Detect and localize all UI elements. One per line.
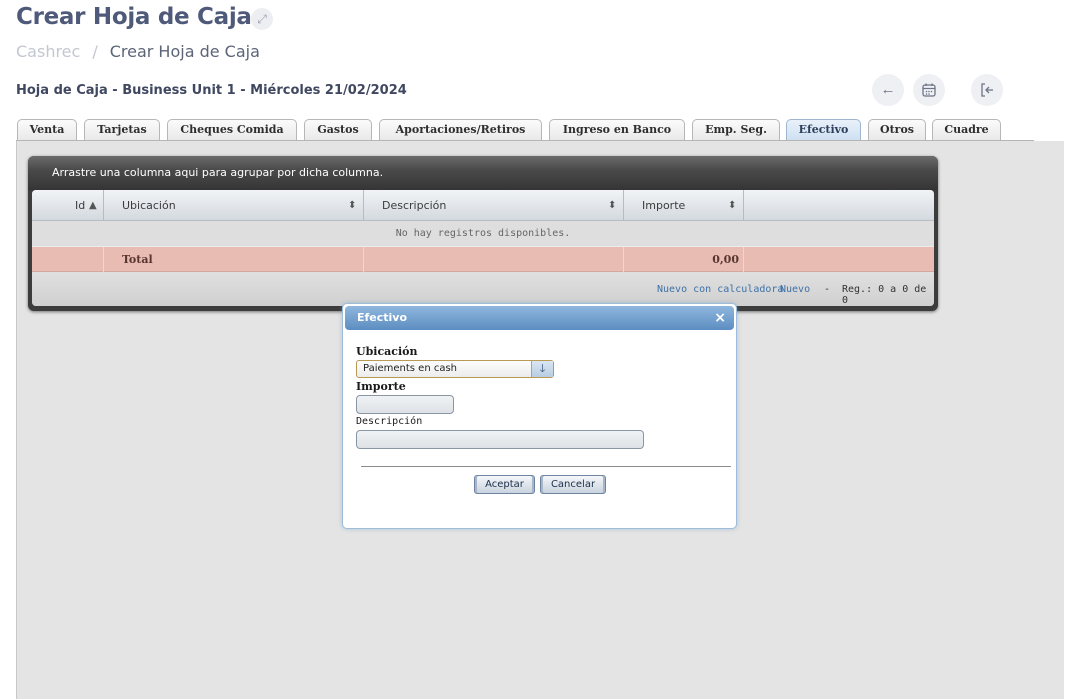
tab-emp-seg[interactable]: Emp. Seg.	[692, 119, 780, 140]
column-header-id[interactable]: Id ▲	[32, 190, 104, 221]
ubicacion-select-value: Paiements en cash	[363, 363, 458, 374]
close-icon[interactable]: ×	[714, 306, 726, 330]
tab-gastos[interactable]: Gastos	[304, 119, 372, 140]
total-label-cell: Total	[104, 247, 364, 272]
arrow-left-icon: ←	[880, 81, 896, 98]
total-value: 0,00	[712, 253, 739, 266]
column-descripcion-label: Descripción	[382, 199, 447, 212]
tab-tarjetas[interactable]: Tarjetas	[84, 119, 160, 140]
page-title: Crear Hoja de Caja	[16, 4, 252, 30]
total-cell-empty	[364, 247, 624, 272]
ubicacion-select[interactable]: Paiements en cash 🡓	[356, 360, 554, 378]
descripcion-label: Descripción	[356, 416, 423, 427]
tab-aportaciones-retiros[interactable]: Aportaciones/Retiros	[379, 119, 542, 140]
record-count: Reg.: 0 a 0 de 0	[842, 284, 927, 306]
pager-dash: -	[824, 284, 831, 295]
importe-field[interactable]	[356, 395, 454, 414]
calendar-icon	[922, 83, 936, 97]
column-id-label: Id	[75, 199, 86, 212]
tab-cheques-comida[interactable]: Cheques Comida	[167, 119, 297, 140]
column-header-ubicacion[interactable]: Ubicación ⬍	[104, 190, 364, 221]
cash-grid: Arrastre una columna aqui para agrupar p…	[28, 156, 938, 311]
group-by-panel[interactable]: Arrastre una columna aqui para agrupar p…	[28, 156, 938, 190]
column-header-importe[interactable]: Importe ⬍	[624, 190, 744, 221]
accept-button[interactable]: Aceptar	[474, 475, 535, 494]
tab-cuadre[interactable]: Cuadre	[932, 119, 1001, 140]
tab-efectivo[interactable]: Efectivo	[786, 119, 861, 140]
breadcrumb-separator: /	[92, 42, 98, 61]
column-importe-label: Importe	[642, 199, 686, 212]
breadcrumb-current: Crear Hoja de Caja	[109, 42, 260, 61]
sort-icon: ⬍	[348, 200, 357, 211]
tab-otros[interactable]: Otros	[868, 119, 926, 140]
calendar-button[interactable]	[913, 74, 945, 106]
expand-icon[interactable]: ⤢	[251, 8, 273, 30]
breadcrumb-root[interactable]: Cashrec	[16, 42, 80, 61]
efectivo-dialog: Efectivo × Ubicación Paiements en cash 🡓…	[342, 303, 737, 529]
descripcion-field[interactable]	[356, 430, 644, 449]
ubicacion-label: Ubicación	[356, 345, 418, 358]
dialog-titlebar[interactable]: Efectivo ×	[345, 306, 734, 330]
total-label: Total	[122, 253, 153, 266]
sort-icon: ⬍	[728, 200, 737, 211]
grid-body: Id ▲ Ubicación ⬍ Descripción ⬍ Importe ⬍…	[32, 190, 934, 306]
sort-asc-icon: ▲	[89, 200, 97, 211]
grid-pager: Nuevo con calculadora Nuevo - Reg.: 0 a …	[32, 272, 934, 306]
chevron-down-icon[interactable]: 🡓	[531, 361, 553, 377]
exit-button[interactable]	[971, 74, 1003, 106]
total-cell-empty	[32, 247, 104, 272]
cancel-button[interactable]: Cancelar	[540, 475, 606, 494]
back-button[interactable]: ←	[872, 74, 904, 106]
new-link[interactable]: Nuevo	[780, 284, 810, 295]
breadcrumb: Cashrec / Crear Hoja de Caja	[16, 42, 260, 61]
no-records-row: No hay registros disponibles.	[32, 221, 934, 247]
dialog-title: Efectivo	[357, 311, 408, 324]
tab-venta[interactable]: Venta	[17, 119, 77, 140]
dialog-divider	[361, 466, 731, 467]
grid-header: Id ▲ Ubicación ⬍ Descripción ⬍ Importe ⬍	[32, 190, 934, 221]
new-with-calculator-link[interactable]: Nuevo con calculadora	[657, 284, 783, 295]
importe-label: Importe	[356, 380, 406, 393]
cash-sheet-subtitle: Hoja de Caja - Business Unit 1 - Miércol…	[16, 83, 407, 98]
total-value-cell: 0,00	[624, 247, 744, 272]
tab-ingreso-banco[interactable]: Ingreso en Banco	[549, 119, 685, 140]
total-row: Total 0,00	[32, 247, 934, 272]
exit-icon	[981, 83, 993, 97]
sort-icon: ⬍	[608, 200, 617, 211]
column-ubicacion-label: Ubicación	[122, 199, 176, 212]
column-header-descripcion[interactable]: Descripción ⬍	[364, 190, 624, 221]
